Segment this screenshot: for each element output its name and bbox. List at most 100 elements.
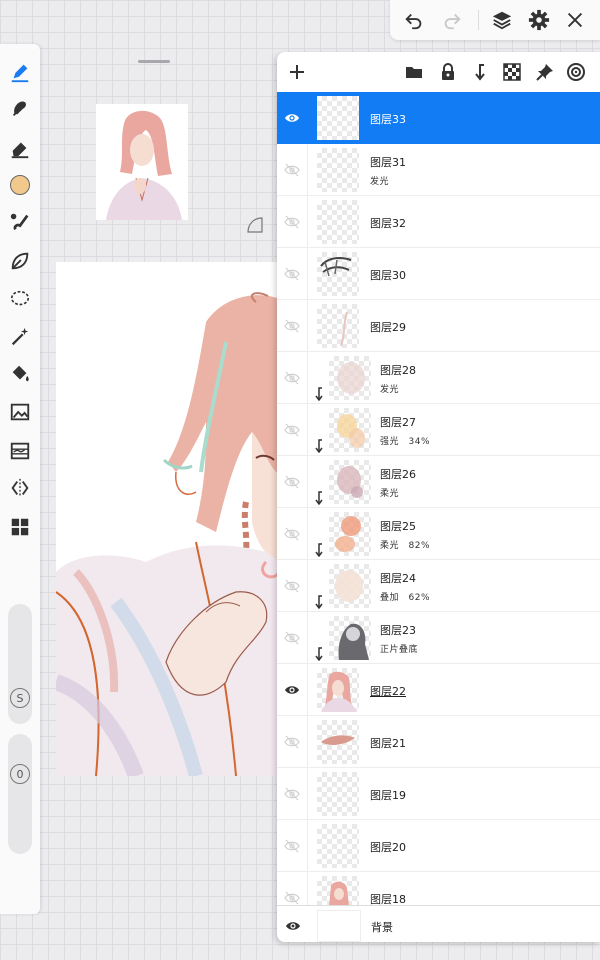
layer-blend-mode: 正片叠底 <box>380 645 419 655</box>
eye-hidden-icon[interactable] <box>277 352 308 404</box>
layer-blend-mode: 叠加 62% <box>380 593 431 603</box>
layer-row[interactable]: 图层30 <box>277 248 600 300</box>
pen-tool-icon[interactable] <box>8 60 32 84</box>
visibility-toggle[interactable] <box>277 906 308 942</box>
layer-name: 图层26 <box>380 468 416 481</box>
undo-icon[interactable] <box>402 8 426 32</box>
layer-name: 图层19 <box>370 789 406 802</box>
layer-name: 图层23 <box>380 624 416 637</box>
eye-hidden-icon[interactable] <box>277 196 308 248</box>
layer-row[interactable]: 图层22 <box>277 664 600 716</box>
layer-list: 图层33 图层31 发光 图层32 图层30 图层29 图层28 发光 图层27 强光 34% 图层… <box>277 92 600 942</box>
layer-name: 图层28 <box>380 364 416 377</box>
filter-tool-icon[interactable] <box>8 439 32 463</box>
target-icon[interactable] <box>564 60 588 84</box>
eye-icon[interactable] <box>277 92 308 144</box>
layer-row[interactable]: 图层20 <box>277 820 600 872</box>
background-layer-row[interactable]: 背景 <box>277 905 600 942</box>
eye-icon[interactable] <box>277 664 308 716</box>
smudge-tool-icon[interactable] <box>8 96 32 120</box>
layer-thumbnail <box>329 460 371 504</box>
folder-icon[interactable] <box>402 60 426 84</box>
drag-handle[interactable] <box>138 60 170 63</box>
layer-name: 图层20 <box>370 841 406 854</box>
layer-thumbnail <box>317 252 359 296</box>
layer-row[interactable]: 图层32 <box>277 196 600 248</box>
clipping-mask-icon <box>315 386 325 402</box>
layer-row[interactable]: 图层26 柔光 <box>277 456 600 508</box>
clipping-mask-icon <box>315 594 325 610</box>
layer-thumbnail <box>317 96 359 140</box>
eraser-tool-icon[interactable] <box>8 136 32 160</box>
layer-row[interactable]: 图层28 发光 <box>277 352 600 404</box>
brush-opacity-slider[interactable] <box>8 734 32 854</box>
layer-name: 图层32 <box>370 217 406 230</box>
layer-row[interactable]: 图层31 发光 <box>277 144 600 196</box>
image-transform-icon[interactable] <box>8 400 32 424</box>
transparency-icon[interactable] <box>500 60 524 84</box>
layer-row[interactable]: 图层24 叠加 62% <box>277 560 600 612</box>
eye-hidden-icon[interactable] <box>277 560 308 612</box>
layer-name: 图层33 <box>370 113 406 126</box>
layer-row[interactable]: 图层23 正片叠底 <box>277 612 600 664</box>
clipping-mask-icon <box>315 542 325 558</box>
materials-grid-icon[interactable] <box>8 515 32 539</box>
eye-hidden-icon[interactable] <box>277 248 308 300</box>
layers-panel-toolbar <box>277 52 600 92</box>
settings-icon[interactable] <box>527 8 551 32</box>
layer-name: 图层30 <box>370 269 406 282</box>
layer-thumbnail <box>317 824 359 868</box>
layer-thumbnail <box>329 512 371 556</box>
thumbnail-resize-handle[interactable] <box>246 216 264 234</box>
symmetry-tool-icon[interactable] <box>8 476 32 500</box>
eye-hidden-icon[interactable] <box>277 768 308 820</box>
redo-icon[interactable] <box>440 8 464 32</box>
layer-blend-mode: 发光 <box>370 177 390 187</box>
layer-thumbnail <box>317 148 359 192</box>
magic-wand-icon[interactable] <box>8 325 32 349</box>
layer-blend-mode: 柔光 <box>380 489 400 499</box>
leaf-tool-icon[interactable] <box>8 249 32 273</box>
pin-icon[interactable] <box>533 60 557 84</box>
layer-row[interactable]: 图层19 <box>277 768 600 820</box>
fill-bucket-icon[interactable] <box>8 362 32 386</box>
layers-icon[interactable] <box>490 8 514 32</box>
color-swatch[interactable] <box>8 173 32 197</box>
close-icon[interactable] <box>563 8 587 32</box>
clipping-mask-icon <box>315 646 325 662</box>
eye-hidden-icon[interactable] <box>277 300 308 352</box>
eye-hidden-icon[interactable] <box>277 508 308 560</box>
layer-thumbnail <box>329 356 371 400</box>
brush-tool-icon[interactable] <box>8 210 32 234</box>
eye-hidden-icon[interactable] <box>277 820 308 872</box>
layer-thumbnail <box>329 564 371 608</box>
background-layer-name: 背景 <box>371 921 393 934</box>
eye-hidden-icon[interactable] <box>277 404 308 456</box>
layer-row[interactable]: 图层25 柔光 82% <box>277 508 600 560</box>
eye-hidden-icon[interactable] <box>277 456 308 508</box>
eye-hidden-icon[interactable] <box>277 144 308 196</box>
layer-row[interactable]: 图层27 强光 34% <box>277 404 600 456</box>
eye-hidden-icon[interactable] <box>277 716 308 768</box>
layer-thumbnail <box>317 720 359 764</box>
layer-blend-mode: 柔光 82% <box>380 541 431 551</box>
clipping-mask-icon <box>315 438 325 454</box>
layer-thumbnail <box>329 408 371 452</box>
top-bar <box>390 0 600 40</box>
reference-thumbnail[interactable] <box>96 104 188 220</box>
layer-row[interactable]: 图层29 <box>277 300 600 352</box>
layer-thumbnail <box>317 668 359 712</box>
layers-panel: 图层33 图层31 发光 图层32 图层30 图层29 图层28 发光 图层27 强光 34% 图层… <box>277 52 600 942</box>
layer-thumbnail <box>329 616 371 660</box>
layer-name: 图层29 <box>370 321 406 334</box>
lock-icon[interactable] <box>436 60 460 84</box>
eye-hidden-icon[interactable] <box>277 612 308 664</box>
layer-row[interactable]: 图层21 <box>277 716 600 768</box>
left-toolbar: S 0 <box>0 44 40 914</box>
layer-thumbnail <box>317 200 359 244</box>
drawing-canvas[interactable] <box>56 262 280 776</box>
add-icon[interactable] <box>285 60 309 84</box>
lasso-tool-icon[interactable] <box>8 287 32 311</box>
layer-row[interactable]: 图层33 <box>277 92 600 144</box>
clip-down-icon[interactable] <box>468 60 492 84</box>
